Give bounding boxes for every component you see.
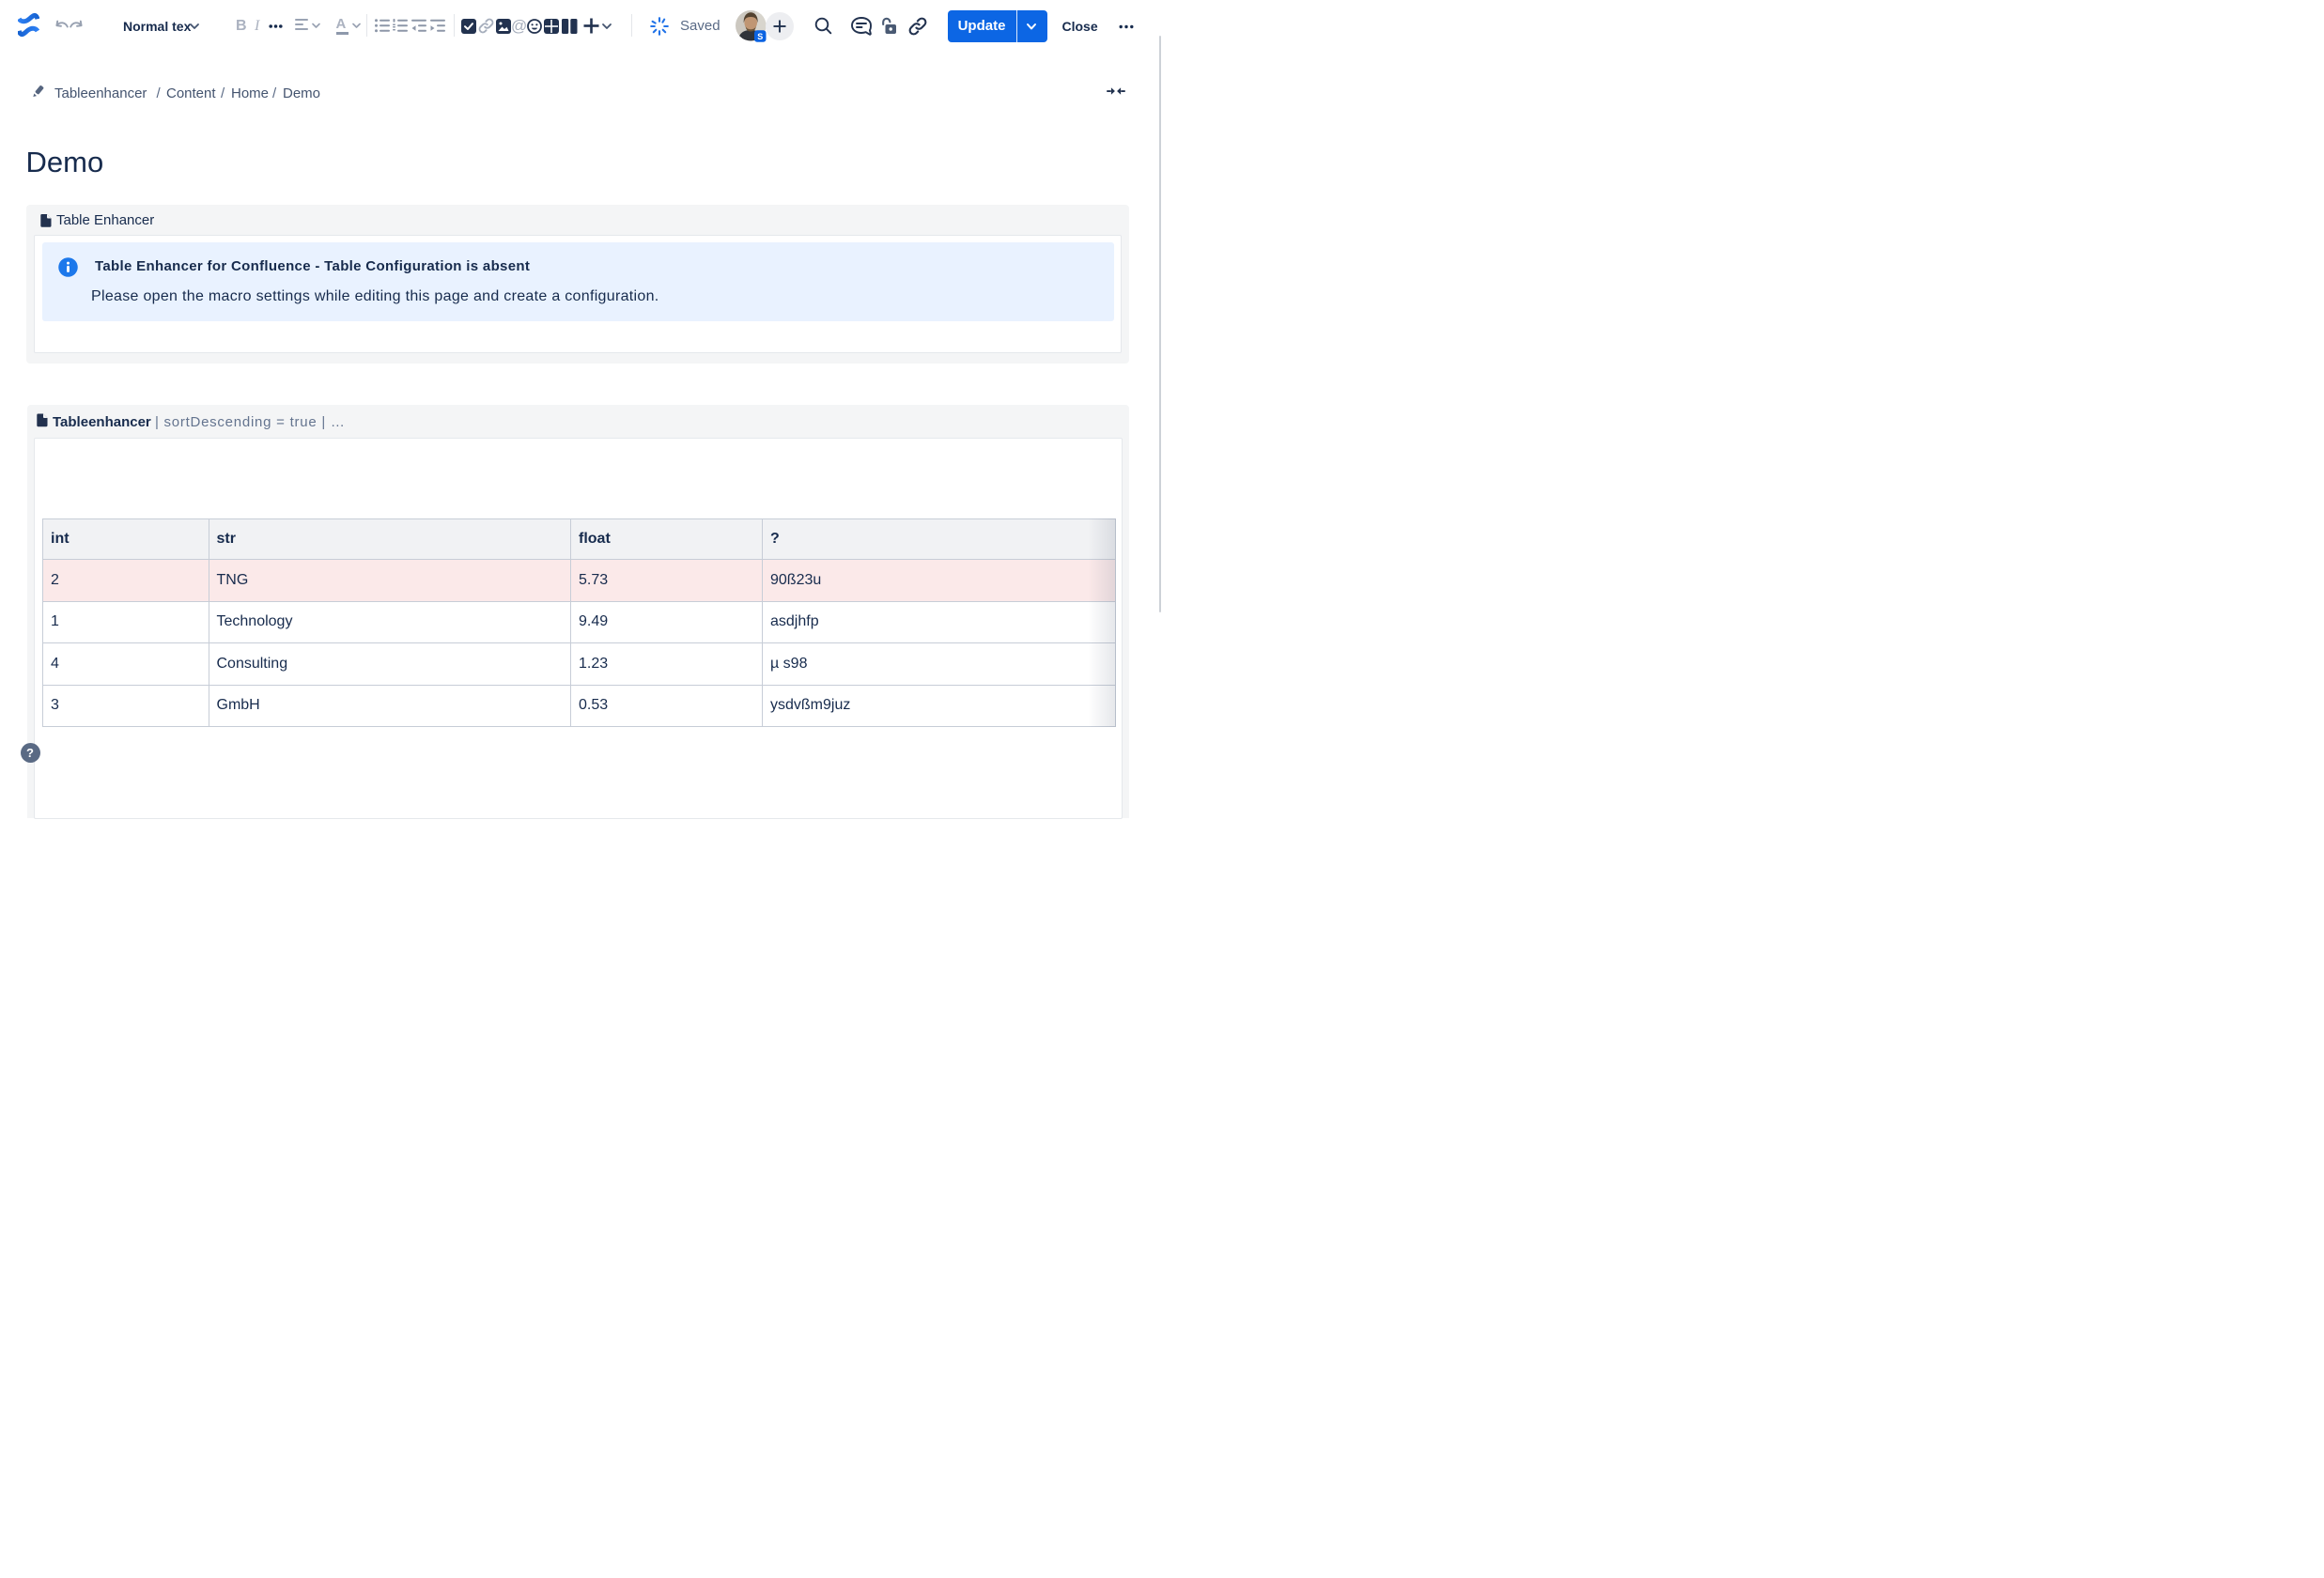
svg-text:S: S <box>757 32 763 41</box>
